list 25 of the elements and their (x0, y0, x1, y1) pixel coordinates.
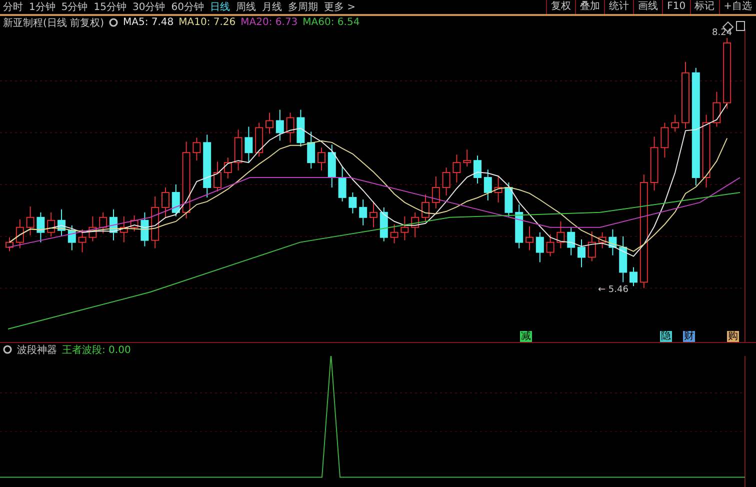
period-tab[interactable]: 15分钟 (94, 0, 126, 14)
indicator-value: 王者波段: 0.00 (62, 344, 131, 356)
signal-marker: 购 (727, 331, 739, 342)
chart-title: 新亚制程(日线 前复权) (3, 16, 104, 30)
indicator-title: 波段神器 (17, 344, 57, 356)
moving-average-value: MA60: 6.54 (302, 17, 360, 28)
period-tab[interactable]: 更多 > (324, 0, 356, 14)
signal-marker: 减 (520, 331, 532, 342)
period-tab[interactable]: 分时 (3, 0, 23, 14)
moving-average-value: MA5: 7.48 (122, 17, 174, 28)
low-price-label: ← 5.46 (598, 285, 628, 295)
signal-marker: 财 (683, 331, 695, 342)
moving-average-value: MA10: 7.26 (178, 17, 236, 28)
signal-marker: 隐 (660, 331, 672, 342)
period-tab[interactable]: 周线 (236, 0, 256, 14)
period-tab[interactable]: 日线 (210, 0, 230, 14)
high-price-label: 8.24 (712, 28, 732, 38)
period-tab[interactable]: 5分钟 (61, 0, 88, 14)
period-tab[interactable]: 30分钟 (132, 0, 166, 14)
square-icon[interactable] (736, 21, 745, 31)
period-tab[interactable]: 60分钟 (171, 0, 204, 14)
period-tab[interactable]: 1分钟 (29, 0, 56, 14)
moving-average-value: MA20: 6.73 (240, 17, 298, 28)
period-tab[interactable]: 多周期 (288, 0, 318, 14)
period-tab[interactable]: 月线 (262, 0, 282, 14)
